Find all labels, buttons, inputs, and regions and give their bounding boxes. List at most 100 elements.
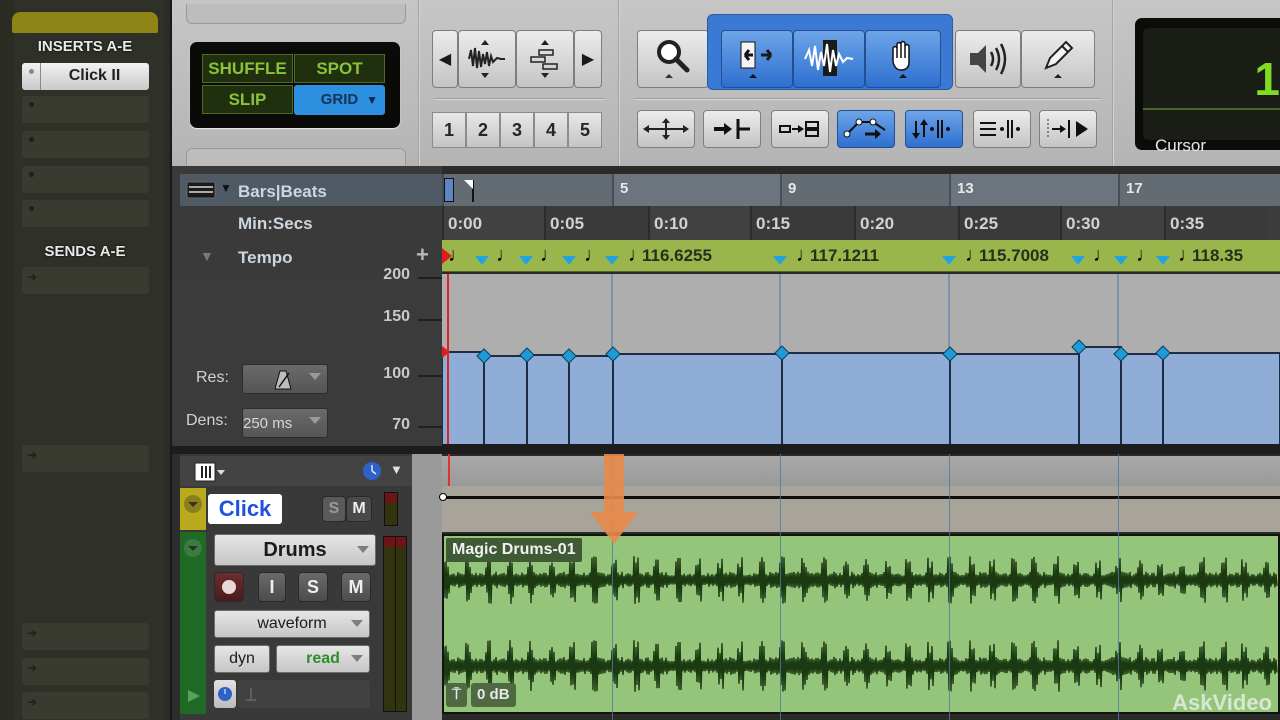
quarter-note-icon: ♩ [1136, 244, 1156, 266]
insert-slot-d[interactable] [22, 166, 149, 193]
chevron-down-icon: ▼ [366, 93, 378, 107]
tempo-ruler[interactable]: ♩ ♩ ♩ ♩ ♩ ♩ ♩ ♩ ♩ ♩ 116.6255 117.1211 115.7008 118.35 [442, 240, 1280, 272]
zoom-preset-3[interactable]: 3 [500, 112, 534, 148]
link-timeline-edit-button[interactable] [771, 110, 829, 148]
main-counter[interactable]: 1 Cursor [1135, 18, 1280, 155]
audio-zoom-button[interactable] [458, 30, 516, 88]
playhead-line [448, 454, 450, 486]
playback-follows-button[interactable] [1039, 110, 1097, 148]
elastic-audio-selector[interactable]: dyn [214, 645, 270, 673]
zoomer-tool-button[interactable] [637, 30, 709, 88]
triangle-right-icon: ▶ [581, 51, 595, 68]
tempo-marker-icon[interactable] [1156, 256, 1170, 265]
drums-mute-button[interactable]: M [341, 572, 371, 602]
link-track-edit-button[interactable] [837, 110, 895, 148]
bars-beats-ruler-header[interactable]: ▼ Bars|Beats [180, 174, 442, 206]
tempo-marker-icon[interactable] [773, 256, 787, 265]
tempo-marker-icon[interactable] [1071, 256, 1085, 265]
midi-thru-button[interactable] [973, 110, 1031, 148]
shuffle-mode-button[interactable]: SHUFFLE [202, 54, 293, 83]
send-slot-e[interactable]: ➔ [22, 692, 149, 719]
time-label: 0:05 [550, 214, 585, 233]
zoom-preset-2[interactable]: 2 [466, 112, 500, 148]
input-monitor-button[interactable]: I [258, 572, 286, 602]
trim-tool-button[interactable] [721, 30, 793, 88]
zoom-out-horizontal-button[interactable]: ◀ [432, 30, 458, 88]
spot-mode-button[interactable]: SPOT [294, 54, 385, 83]
chevron-down-icon [351, 620, 363, 627]
click-track-lane[interactable] [439, 486, 1280, 532]
click-mute-button[interactable]: M [346, 496, 372, 522]
slip-mode-button[interactable]: SLIP [202, 85, 293, 114]
watermark: AskVideo [1172, 690, 1272, 715]
track-view-icon[interactable] [194, 462, 226, 482]
midi-zoom-button[interactable] [516, 30, 574, 88]
track-view-selector[interactable]: waveform [214, 610, 370, 638]
drums-solo-button[interactable]: S [298, 572, 328, 602]
tempo-marker-icon[interactable] [519, 256, 533, 265]
click-solo-button[interactable]: S [322, 496, 346, 522]
pencil-tool-button[interactable] [1021, 30, 1095, 88]
mirrored-midi-button[interactable] [905, 110, 963, 148]
density-selector[interactable]: 250 ms [242, 408, 328, 438]
add-tempo-button[interactable]: + [416, 242, 429, 268]
tempo-marker-icon[interactable] [605, 256, 619, 265]
scrubber-tool-button[interactable] [955, 30, 1021, 88]
bar-number: 17 [1126, 180, 1143, 197]
timebase-button[interactable] [214, 680, 236, 708]
insert-slot-c[interactable] [22, 131, 149, 158]
insert-slot-b[interactable] [22, 96, 149, 123]
click-track-name[interactable]: Click [208, 494, 282, 524]
drums-level-meter [383, 536, 407, 712]
click-volume-line [442, 496, 1280, 499]
track-comments-field[interactable] [238, 680, 370, 708]
clip-gain-control[interactable]: ⍑ 0 dB [446, 683, 516, 707]
ruler-headers: ▼ Bars|Beats Min:Secs ▼ Tempo + [172, 166, 442, 274]
tempo-marker-icon[interactable] [475, 256, 489, 265]
arrow-to-line-icon [714, 119, 750, 139]
tab-to-transients-button[interactable] [637, 110, 695, 148]
grid-mode-button[interactable]: GRID ▼ [294, 85, 385, 115]
triangle-left-icon: ◀ [438, 51, 452, 68]
tempo-marker-icon[interactable] [1114, 256, 1128, 265]
automation-breakpoint[interactable] [439, 493, 447, 501]
insert-slot-e[interactable] [22, 200, 149, 227]
insertion-follows-playback-button[interactable] [703, 110, 761, 148]
tempo-marker-icon[interactable] [562, 256, 576, 265]
selector-tool-button[interactable] [793, 30, 865, 88]
drums-track-name[interactable]: Drums [214, 534, 376, 566]
session-start-marker-icon[interactable] [444, 178, 454, 202]
counter-label: Cursor [1155, 136, 1207, 155]
lines-bar-icon [980, 120, 1020, 138]
grabber-tool-button[interactable] [865, 30, 941, 88]
tempo-graph[interactable] [442, 274, 1280, 448]
send-slot-a[interactable]: ➔ [22, 267, 149, 294]
bar-section [949, 174, 1118, 206]
tempo-graph-header: 200 150 100 70 Res: Dens: 250 ms [172, 266, 442, 448]
resolution-selector[interactable] [242, 364, 328, 394]
tempo-marker-icon[interactable] [942, 256, 956, 265]
loop-flag-icon[interactable] [464, 180, 474, 202]
min-secs-ruler[interactable]: 0:00 0:05 0:10 0:15 0:20 0:25 0:30 0:35 [442, 206, 1280, 240]
track-options-icon[interactable] [183, 494, 203, 514]
zoom-preset-4[interactable]: 4 [534, 112, 568, 148]
chevron-down-icon[interactable]: ▼ [390, 462, 403, 477]
automation-mode-selector[interactable]: read [276, 645, 370, 673]
zoom-preset-1[interactable]: 1 [432, 112, 466, 148]
res-label: Res: [196, 369, 229, 386]
send-slot-b[interactable]: ➔ [22, 445, 149, 472]
send-arrow-icon: ➔ [27, 695, 38, 709]
send-arrow-icon: ➔ [27, 661, 38, 675]
insert-slot-a[interactable]: Click II [22, 63, 149, 90]
zoom-in-horizontal-button[interactable]: ▶ [574, 30, 602, 88]
record-enable-button[interactable] [214, 572, 244, 602]
magnifier-icon [657, 40, 690, 78]
send-slot-c[interactable]: ➔ [22, 623, 149, 650]
clock-icon[interactable] [362, 461, 382, 481]
expand-triangle-icon[interactable]: ▼ [200, 248, 214, 264]
zoom-preset-5[interactable]: 5 [568, 112, 602, 148]
send-slot-d[interactable]: ➔ [22, 658, 149, 685]
show-playlists-icon[interactable] [186, 688, 202, 704]
track-options-icon[interactable] [183, 538, 203, 558]
bars-beats-ruler[interactable]: 5 9 13 17 [442, 174, 1280, 206]
